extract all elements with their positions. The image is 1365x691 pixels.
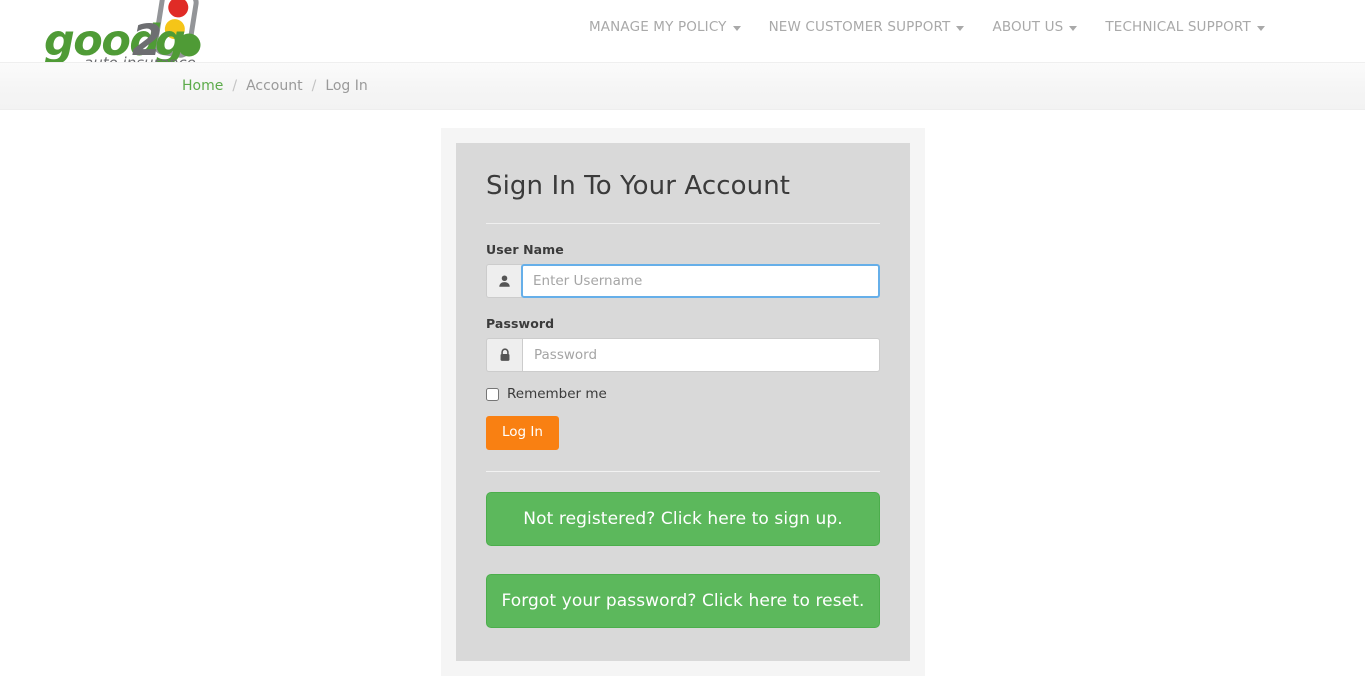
login-card: Sign In To Your Account User Name Passwo… (456, 143, 910, 661)
main-nav: MANAGE MY POLICY NEW CUSTOMER SUPPORT AB… (575, 18, 1279, 36)
chevron-down-icon (732, 25, 741, 31)
nav-item-new-customer-support[interactable]: NEW CUSTOMER SUPPORT (755, 18, 979, 36)
user-icon-svg (499, 275, 510, 287)
username-label: User Name (486, 242, 564, 257)
remember-me-label[interactable]: Remember me (507, 386, 607, 402)
breadcrumb-separator: / (311, 78, 317, 94)
remember-me-checkbox[interactable] (486, 387, 499, 401)
title-divider (486, 223, 880, 224)
breadcrumb-separator: / (232, 78, 238, 94)
chevron-down-icon (956, 25, 965, 31)
nav-item-label: MANAGE MY POLICY (589, 19, 727, 35)
nav-item-label: NEW CUSTOMER SUPPORT (768, 19, 951, 35)
breadcrumb-item-current: Log In (325, 78, 368, 94)
signup-button[interactable]: Not registered? Click here to sign up. (486, 492, 880, 546)
chevron-down-icon (1069, 25, 1078, 31)
reset-password-button[interactable]: Forgot your password? Click here to rese… (486, 574, 880, 628)
login-button[interactable]: Log In (486, 416, 559, 450)
page-title: Sign In To Your Account (486, 171, 791, 201)
lock-icon-svg (500, 348, 509, 361)
nav-item-label: TECHNICAL SUPPORT (1105, 19, 1251, 35)
chevron-down-icon (1256, 25, 1265, 31)
good2go-logo[interactable]: good 2 g auto insurance (42, 0, 212, 70)
username-input-group (486, 264, 880, 298)
password-input-group (486, 338, 880, 372)
password-input[interactable] (522, 338, 880, 372)
breadcrumb-item-home[interactable]: Home (182, 78, 223, 94)
nav-item-manage-my-policy[interactable]: MANAGE MY POLICY (575, 18, 755, 36)
user-icon (486, 264, 522, 298)
breadcrumb: Home / Account / Log In (182, 63, 368, 109)
breadcrumb-item-account[interactable]: Account (246, 78, 303, 94)
nav-item-technical-support[interactable]: TECHNICAL SUPPORT (1091, 18, 1278, 36)
username-input[interactable] (521, 264, 880, 298)
logo-svg: good 2 g auto insurance (44, 0, 201, 70)
nav-item-label: ABOUT US (992, 19, 1064, 35)
remember-me-row: Remember me (486, 386, 880, 402)
nav-item-about-us[interactable]: ABOUT US (978, 18, 1091, 36)
lock-icon (486, 338, 522, 372)
site-header: good 2 g auto insurance MANAGE MY POLICY… (0, 0, 1365, 70)
breadcrumb-bar: Home / Account / Log In (0, 62, 1365, 110)
password-label: Password (486, 316, 555, 331)
actions-divider (486, 471, 880, 472)
